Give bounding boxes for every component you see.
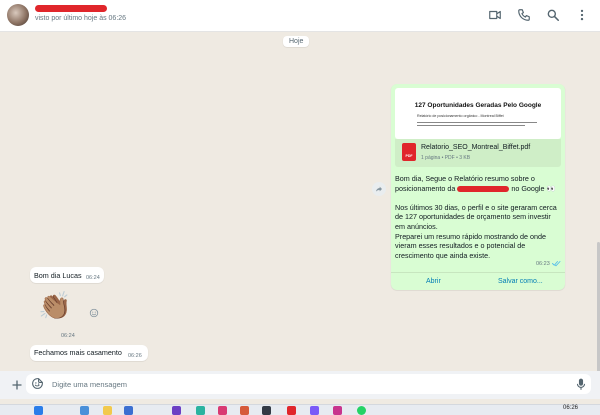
message-paragraph: Preparei um resumo rápido mostrando de o… <box>395 231 547 260</box>
file-meta: 1 página • PDF • 3 KB <box>421 155 471 161</box>
outgoing-message-text: Bom dia, Segue o Relatório resumo sobre … <box>395 174 561 260</box>
document-actions: Abrir Salvar como... <box>391 272 565 290</box>
taskbar-app-icon[interactable] <box>333 406 342 415</box>
more-vert-icon[interactable] <box>575 8 589 22</box>
document-preview-text-line <box>417 122 537 124</box>
message-line: posicionamento da no Google 👀 <box>395 183 556 193</box>
system-clock: 06:26 <box>563 405 579 411</box>
chat-messages-area[interactable]: Hoje 127 Oportunidades Geradas Pelo Goog… <box>0 32 600 372</box>
message-text: Fechamos mais casamento <box>34 348 122 357</box>
emoji-react-icon[interactable] <box>89 308 99 318</box>
taskbar-app-icon[interactable] <box>124 406 133 415</box>
message-timestamp: 06:23 <box>536 261 550 267</box>
whatsapp-taskbar-icon[interactable] <box>357 406 366 415</box>
emoji-sticker-icon[interactable] <box>31 377 44 390</box>
taskbar-app-icon[interactable] <box>262 406 271 415</box>
business-name-redacted <box>457 185 510 192</box>
document-preview-text-line <box>417 125 525 127</box>
message-timestamp: 06:24 <box>86 275 100 281</box>
file-name: Relatorio_SEO_Montreal_Biffet.pdf <box>421 144 531 151</box>
document-preview-subtitle: Relatório de posicionamento orgânico - M… <box>417 114 504 118</box>
clapping-hands-emoji-message[interactable]: 👏🏽 <box>38 292 72 322</box>
taskbar-app-icon[interactable] <box>310 406 319 415</box>
start-menu-icon[interactable] <box>34 406 43 415</box>
search-icon[interactable] <box>546 8 560 22</box>
os-taskbar <box>0 404 600 415</box>
taskbar-app-icon[interactable] <box>287 406 296 415</box>
save-as-button[interactable]: Salvar como... <box>498 278 543 285</box>
chat-header: visto por último hoje às 06:26 <box>0 0 600 32</box>
taskbar-app-icon[interactable] <box>172 406 181 415</box>
document-file-row[interactable]: PDF Relatorio_SEO_Montreal_Biffet.pdf 1 … <box>395 139 561 167</box>
document-preview-title: 127 Oportunidades Geradas Pelo Google <box>414 102 542 109</box>
open-document-button[interactable]: Abrir <box>426 278 441 285</box>
microphone-icon[interactable] <box>576 378 586 391</box>
pdf-file-icon: PDF <box>402 143 416 161</box>
forward-icon[interactable] <box>372 182 386 196</box>
taskbar-app-icon[interactable] <box>80 406 89 415</box>
document-preview[interactable]: 127 Oportunidades Geradas Pelo Google Re… <box>395 88 561 139</box>
message-paragraph: Nos últimos 30 dias, o perfil e o site g… <box>395 202 557 231</box>
attach-plus-icon[interactable] <box>11 378 23 390</box>
contact-name-redacted[interactable] <box>35 5 107 12</box>
incoming-message[interactable]: Fechamos mais casamento 06:26 <box>30 345 148 361</box>
message-line: Bom dia, Segue o Relatório resumo sobre … <box>395 174 535 183</box>
outgoing-document-message[interactable]: 127 Oportunidades Geradas Pelo Google Re… <box>391 84 565 290</box>
video-call-icon[interactable] <box>488 8 502 22</box>
message-timestamp: 06:26 <box>128 353 142 359</box>
last-seen-status: visto por último hoje às 06:26 <box>35 15 127 22</box>
message-timestamp: 06:24 <box>61 333 75 339</box>
date-separator: Hoje <box>283 36 310 47</box>
double-check-read-icon <box>552 260 561 267</box>
taskbar-app-icon[interactable] <box>240 406 249 415</box>
contact-avatar[interactable] <box>7 4 29 26</box>
incoming-message[interactable]: Bom dia Lucas 06:24 <box>30 267 104 283</box>
phone-icon[interactable] <box>517 8 531 22</box>
file-explorer-icon[interactable] <box>103 406 112 415</box>
taskbar-app-icon[interactable] <box>218 406 227 415</box>
message-input-placeholder: Digite uma mensagem <box>52 380 128 389</box>
message-text: Bom dia Lucas <box>34 271 82 280</box>
taskbar-app-icon[interactable] <box>196 406 205 415</box>
